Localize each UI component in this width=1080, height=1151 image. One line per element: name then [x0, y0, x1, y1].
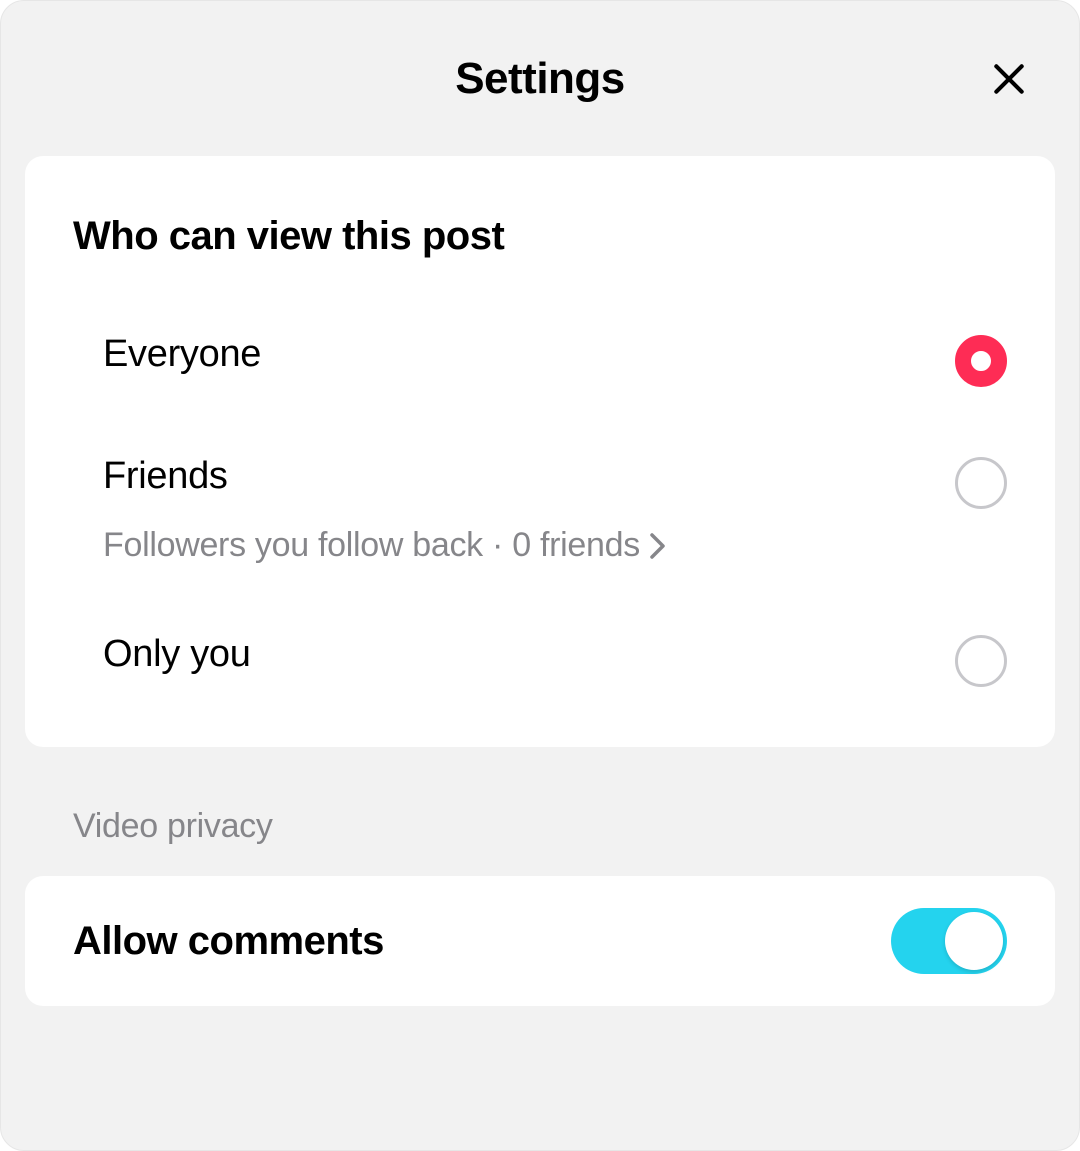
option-label-group: Only you	[103, 633, 251, 676]
allow-comments-label: Allow comments	[73, 919, 384, 964]
modal-header: Settings	[1, 1, 1079, 156]
chevron-right-icon	[648, 531, 668, 561]
radio-unselected-icon	[955, 635, 1007, 687]
close-button[interactable]	[989, 59, 1029, 99]
allow-comments-row: Allow comments	[25, 876, 1055, 1006]
radio-unselected-icon	[955, 457, 1007, 509]
option-label: Only you	[103, 633, 251, 676]
visibility-option-friends[interactable]: Friends Followers you follow back · 0 fr…	[73, 407, 1007, 613]
allow-comments-toggle[interactable]	[891, 908, 1007, 974]
settings-modal: Settings Who can view this post Everyone…	[0, 0, 1080, 1151]
option-label: Friends	[103, 455, 668, 498]
option-label: Everyone	[103, 333, 261, 376]
visibility-card: Who can view this post Everyone Friends …	[25, 156, 1055, 747]
visibility-option-everyone[interactable]: Everyone	[73, 313, 1007, 407]
option-subtext[interactable]: Followers you follow back · 0 friends	[103, 526, 668, 565]
toggle-knob	[945, 912, 1003, 970]
radio-selected-icon	[955, 335, 1007, 387]
visibility-section-title: Who can view this post	[73, 214, 1007, 259]
video-privacy-group-label: Video privacy	[25, 747, 1055, 876]
option-label-group: Everyone	[103, 333, 261, 376]
option-label-group: Friends Followers you follow back · 0 fr…	[103, 455, 668, 565]
option-subtext-text: Followers you follow back · 0 friends	[103, 526, 640, 565]
close-icon	[990, 60, 1028, 98]
modal-title: Settings	[455, 54, 625, 104]
visibility-option-only-you[interactable]: Only you	[73, 613, 1007, 707]
